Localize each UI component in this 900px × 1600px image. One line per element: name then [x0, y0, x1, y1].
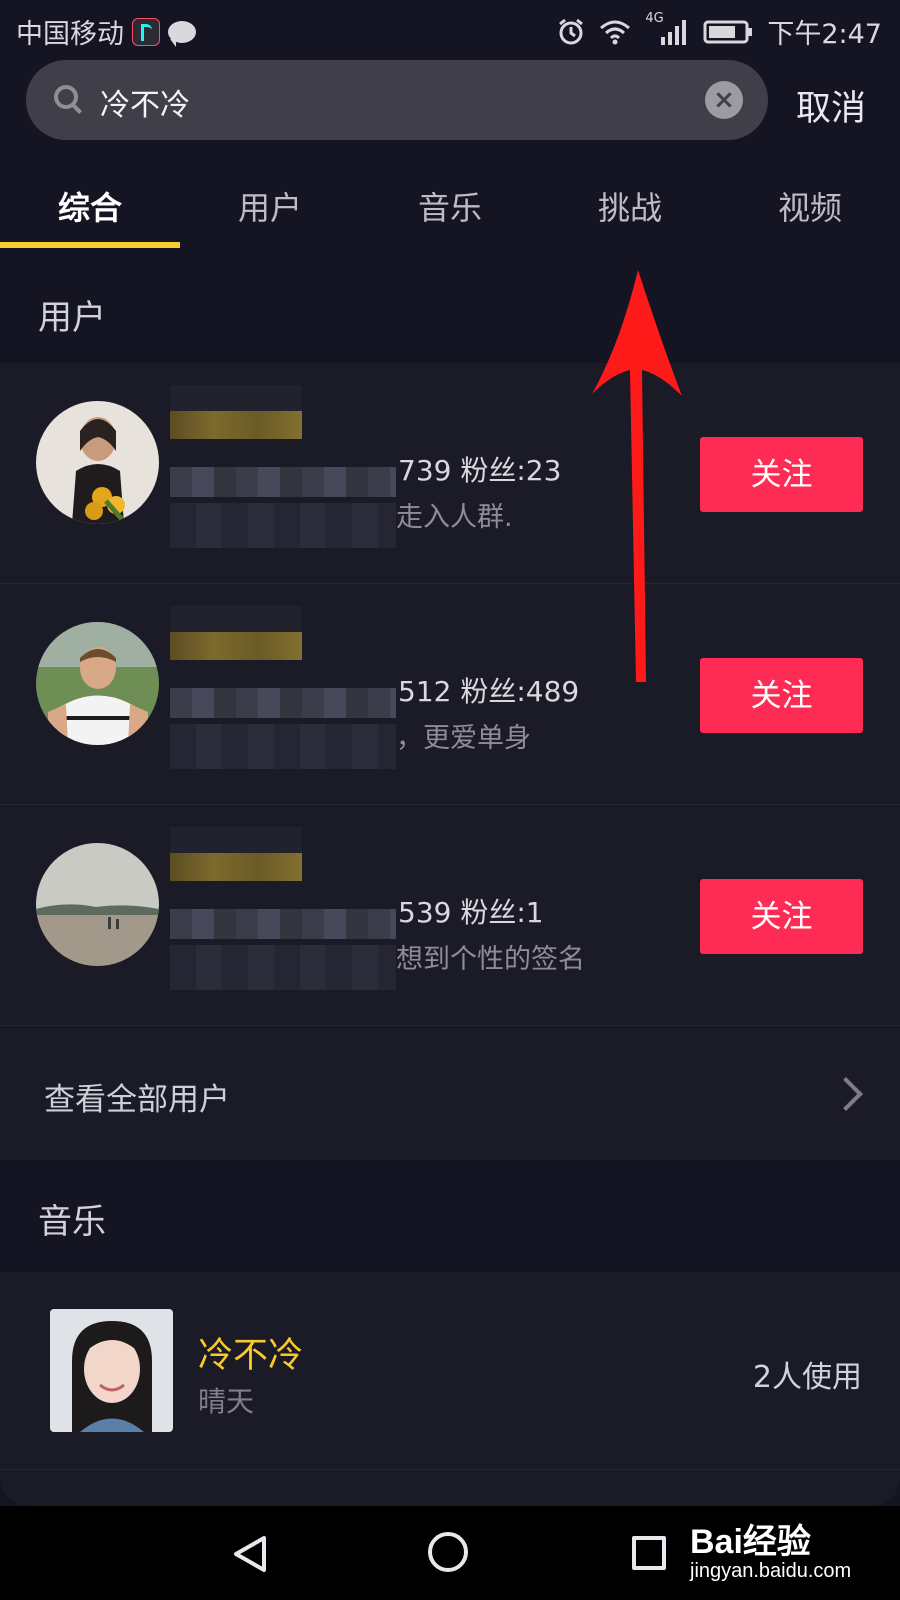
- music-section-header: 音乐: [0, 1160, 900, 1272]
- alarm-icon: [559, 18, 584, 44]
- follow-button[interactable]: 关注: [700, 437, 863, 512]
- battery-icon: [703, 20, 753, 43]
- status-bar-left: 中国移动: [16, 12, 196, 51]
- user-bio: 想到个性的签名: [396, 944, 585, 975]
- chat-bubble-icon: [168, 20, 196, 47]
- back-icon[interactable]: [230, 1534, 270, 1574]
- avatar[interactable]: [36, 401, 159, 524]
- see-all-users-row[interactable]: 查看全部用户: [0, 1026, 900, 1160]
- active-tab-indicator: [0, 242, 180, 248]
- baidu-jingyan-watermark: Bai经验 jingyan.baidu.com: [690, 1510, 890, 1590]
- status-bar-right: 4G 下午2:47: [557, 11, 882, 51]
- watermark-brand: Bai经验: [690, 1523, 811, 1561]
- annotation-arrow-icon: [592, 270, 682, 682]
- pixelated-username-block: [170, 385, 396, 560]
- user-bio: ，更爱单身: [396, 723, 531, 754]
- search-tabs: 综合 用户 音乐 挑战 视频: [0, 162, 900, 252]
- avatar[interactable]: [36, 622, 159, 745]
- status-bar: 中国移动 4G 下午2:47: [0, 0, 900, 60]
- user-row[interactable]: 512 粉丝:489 ，更爱单身 关注: [0, 584, 900, 805]
- user-stats: 539 粉丝:1: [398, 896, 544, 929]
- search-icon: [54, 85, 78, 109]
- user-stats: 512 粉丝:489: [398, 675, 580, 708]
- home-icon[interactable]: [428, 1532, 468, 1572]
- cancel-button[interactable]: 取消: [796, 80, 866, 131]
- clear-icon[interactable]: ×: [705, 81, 743, 119]
- user-bio: 走入人群.: [396, 502, 513, 533]
- music-title: 冷不冷: [198, 1336, 304, 1376]
- search-query[interactable]: 冷不冷: [100, 80, 190, 124]
- watermark-url: jingyan.baidu.com: [690, 1560, 852, 1582]
- tab-comprehensive[interactable]: 综合: [0, 183, 180, 229]
- tab-videos[interactable]: 视频: [720, 183, 900, 229]
- clock: 下午2:47: [767, 19, 882, 50]
- chevron-right-icon: [829, 1077, 863, 1111]
- users-section-title: 用户: [38, 298, 106, 338]
- signal-icon: 4G: [645, 11, 689, 47]
- music-artist: 晴天: [198, 1385, 255, 1418]
- search-input[interactable]: 冷不冷 ×: [26, 60, 768, 140]
- carrier-label: 中国移动: [16, 19, 124, 50]
- avatar[interactable]: [36, 843, 159, 966]
- pixelated-username-block: [170, 827, 396, 1002]
- wifi-icon: [600, 20, 631, 44]
- see-all-users-label: 查看全部用户: [44, 1082, 230, 1118]
- follow-button[interactable]: 关注: [700, 658, 863, 733]
- music-cover-image[interactable]: [50, 1309, 173, 1432]
- user-row[interactable]: 539 粉丝:1 想到个性的签名 关注: [0, 805, 900, 1026]
- user-stats: 739 粉丝:23: [398, 454, 562, 487]
- music-section-title: 音乐: [38, 1202, 106, 1242]
- tab-users[interactable]: 用户: [180, 183, 360, 229]
- recent-apps-icon[interactable]: [632, 1536, 666, 1570]
- users-section-header: 用户: [0, 258, 900, 362]
- follow-button[interactable]: 关注: [700, 879, 863, 954]
- music-item[interactable]: 冷不冷 晴天 2人使用: [0, 1272, 900, 1470]
- tab-challenges[interactable]: 挑战: [540, 183, 720, 229]
- music-usage-count: 2人使用: [752, 1360, 862, 1395]
- tiktok-app-icon: [132, 17, 160, 46]
- tab-music[interactable]: 音乐: [360, 183, 540, 229]
- list-bottom: [0, 1470, 900, 1506]
- user-row[interactable]: 739 粉丝:23 走入人群. 关注: [0, 363, 900, 584]
- pixelated-username-block: [170, 606, 396, 781]
